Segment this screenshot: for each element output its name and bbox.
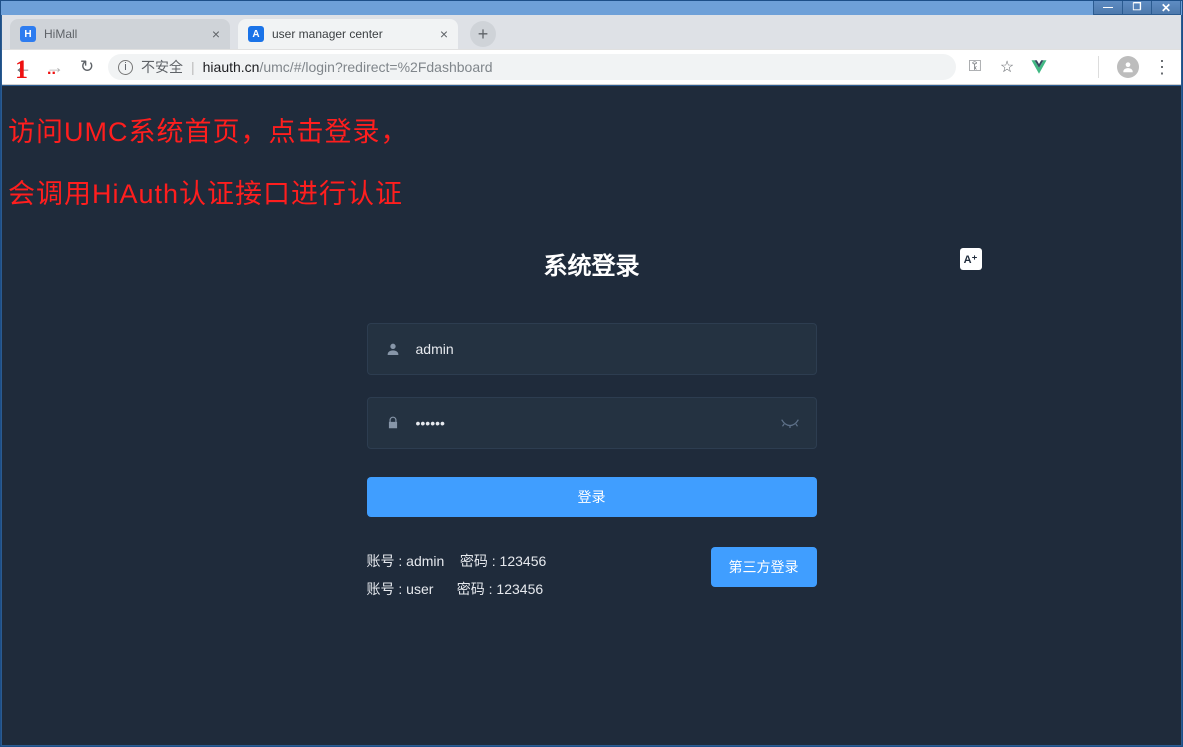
not-secure-label: 不安全 (141, 57, 183, 77)
toolbar: ← → ↻ i 不安全 | hiauth.cn/umc/#/login?redi… (2, 49, 1181, 85)
password-input[interactable] (416, 415, 766, 431)
browser-menu-icon[interactable]: ⋮ (1153, 57, 1171, 78)
tab-umc[interactable]: A user manager center × (238, 19, 458, 49)
separator: | (191, 59, 195, 75)
login-form: 系统登录 A⁺ 登录 账号 : (367, 246, 817, 603)
page-viewport: 访问UMC系统首页，点击登录， 会调用HiAuth认证接口进行认证 系统登录 A… (1, 86, 1182, 746)
eye-closed-icon[interactable] (780, 413, 800, 434)
tab-close-icon[interactable]: × (440, 26, 448, 42)
password-field[interactable] (367, 397, 817, 449)
browser-chrome: H HiMall × A user manager center × + ← →… (1, 15, 1182, 86)
nav-reload-button[interactable]: ↻ (76, 57, 98, 77)
profile-avatar-icon[interactable] (1117, 56, 1139, 78)
credential-hints: 账号 : admin 密码 : 123456 账号 : user 密码 : 12… (367, 547, 547, 603)
tab-himall[interactable]: H HiMall × (10, 19, 230, 49)
minimize-icon: — (1103, 2, 1113, 13)
site-info-icon[interactable]: i (118, 60, 133, 75)
close-icon: ✕ (1161, 1, 1171, 15)
window-maximize-button[interactable]: ❐ (1122, 1, 1152, 15)
login-title: 系统登录 (544, 246, 640, 281)
new-tab-button[interactable]: + (470, 21, 496, 47)
window-close-button[interactable]: ✕ (1151, 1, 1181, 15)
language-switch-icon[interactable]: A⁺ (960, 248, 982, 270)
third-party-login-button[interactable]: 第三方登录 (711, 547, 817, 587)
url-text: hiauth.cn/umc/#/login?redirect=%2Fdashbo… (203, 59, 493, 75)
window-titlebar: — ❐ ✕ (1, 1, 1182, 15)
nav-forward-button[interactable]: → (44, 57, 66, 78)
extension-color-icon[interactable] (1062, 58, 1080, 76)
username-input[interactable] (416, 341, 800, 357)
separator (1098, 56, 1099, 78)
plus-icon: + (478, 24, 489, 45)
nav-back-button[interactable]: ← (12, 57, 34, 78)
tab-favicon-icon: A (248, 26, 264, 42)
tab-title: user manager center (272, 27, 432, 41)
tab-title: HiMall (44, 27, 204, 41)
lock-icon (384, 415, 402, 431)
login-button[interactable]: 登录 (367, 477, 817, 517)
maximize-icon: ❐ (1133, 2, 1142, 13)
username-field[interactable] (367, 323, 817, 375)
user-icon (384, 341, 402, 357)
extension-icons: ⚿ ☆ ⋮ (966, 56, 1171, 78)
annotation-line2: 会调用HiAuth认证接口进行认证 (8, 172, 403, 211)
tab-strip: H HiMall × A user manager center × + (2, 15, 1181, 49)
key-icon[interactable]: ⚿ (966, 58, 984, 76)
window-minimize-button[interactable]: — (1093, 1, 1123, 15)
tab-favicon-icon: H (20, 26, 36, 42)
address-bar[interactable]: i 不安全 | hiauth.cn/umc/#/login?redirect=%… (108, 54, 956, 80)
annotation-line1: 访问UMC系统首页，点击登录， (8, 110, 409, 149)
vue-devtools-icon[interactable] (1030, 58, 1048, 76)
bookmark-star-icon[interactable]: ☆ (998, 58, 1016, 76)
tab-close-icon[interactable]: × (212, 26, 220, 42)
